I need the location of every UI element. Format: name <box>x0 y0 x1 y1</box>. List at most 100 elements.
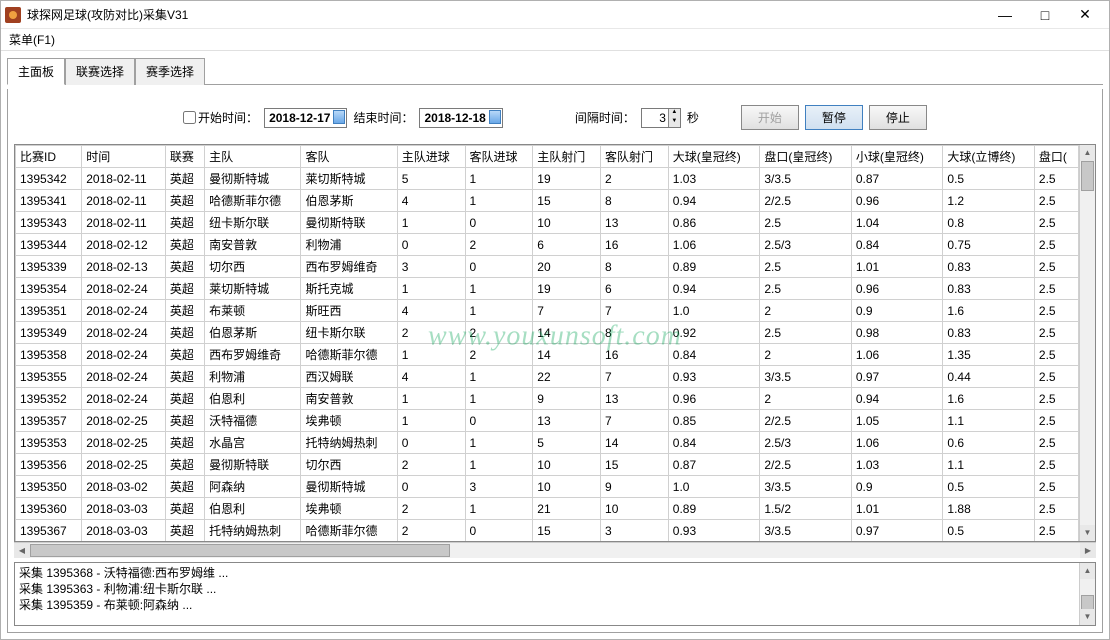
table-cell: 13 <box>533 410 601 432</box>
interval-input[interactable]: 3 ▲▼ <box>641 108 681 128</box>
vertical-scrollbar[interactable]: ▲ ▼ <box>1079 145 1095 541</box>
table-row[interactable]: 13953502018-03-02英超阿森纳曼彻斯特城031091.03/3.5… <box>16 476 1079 498</box>
start-button[interactable]: 开始 <box>741 105 799 130</box>
table-row[interactable]: 13953412018-02-11英超哈德斯菲尔德伯恩茅斯411580.942/… <box>16 190 1079 212</box>
scroll-down-arrow[interactable]: ▼ <box>1080 609 1095 625</box>
scroll-down-arrow[interactable]: ▼ <box>1080 525 1095 541</box>
table-cell: 2 <box>397 520 465 542</box>
maximize-button[interactable]: □ <box>1025 1 1065 29</box>
table-row[interactable]: 13953432018-02-11英超纽卡斯尔联曼彻斯特联1010130.862… <box>16 212 1079 234</box>
calendar-icon[interactable] <box>333 110 345 124</box>
column-header[interactable]: 主队 <box>205 146 301 168</box>
table-cell: 0.94 <box>668 190 760 212</box>
table-cell: 2018-02-11 <box>82 212 166 234</box>
minimize-button[interactable]: — <box>985 1 1025 29</box>
table-cell: 0.93 <box>668 520 760 542</box>
table-cell: 6 <box>533 234 601 256</box>
table-row[interactable]: 13953552018-02-24英超利物浦西汉姆联412270.933/3.5… <box>16 366 1079 388</box>
column-header[interactable]: 比赛ID <box>16 146 82 168</box>
column-header[interactable]: 大球(立博终) <box>943 146 1035 168</box>
menu-item[interactable]: 菜单(F1) <box>9 33 55 47</box>
end-time-input[interactable]: 2018-12-18 <box>419 108 502 128</box>
table-row[interactable]: 13953522018-02-24英超伯恩利南安普敦119130.9620.94… <box>16 388 1079 410</box>
table-row[interactable]: 13953542018-02-24英超莱切斯特城斯托克城111960.942.5… <box>16 278 1079 300</box>
table-cell: 0.96 <box>668 388 760 410</box>
column-header[interactable]: 盘口(皇冠终) <box>760 146 852 168</box>
table-cell: 1395341 <box>16 190 82 212</box>
app-window: 球探网足球(攻防对比)采集V31 — □ ✕ 菜单(F1) 主面板 联赛选择 赛… <box>0 0 1110 640</box>
table-cell: 曼彻斯特城 <box>205 168 301 190</box>
table-row[interactable]: 13953492018-02-24英超伯恩茅斯纽卡斯尔联221480.922.5… <box>16 322 1079 344</box>
table-cell: 0.94 <box>851 388 943 410</box>
log-vertical-scrollbar[interactable]: ▲ ▼ <box>1079 563 1095 625</box>
tab-main[interactable]: 主面板 <box>7 58 65 85</box>
scroll-thumb[interactable] <box>1081 161 1094 191</box>
table-cell: 1395351 <box>16 300 82 322</box>
column-header[interactable]: 盘口( <box>1034 146 1078 168</box>
start-time-input[interactable]: 2018-12-17 <box>264 108 347 128</box>
tab-bar: 主面板 联赛选择 赛季选择 <box>7 57 1103 85</box>
table-cell: 2 <box>397 454 465 476</box>
table-cell: 0.89 <box>668 498 760 520</box>
table-cell: 伯恩利 <box>205 498 301 520</box>
horizontal-scrollbar[interactable]: ◀ ▶ <box>14 542 1096 558</box>
table-row[interactable]: 13953512018-02-24英超布莱顿斯旺西41771.020.91.62… <box>16 300 1079 322</box>
tab-league-select[interactable]: 联赛选择 <box>65 58 135 85</box>
table-cell: 2 <box>397 322 465 344</box>
table-cell: 2.5 <box>1034 498 1078 520</box>
table-row[interactable]: 13953442018-02-12英超南安普敦利物浦026161.062.5/3… <box>16 234 1079 256</box>
column-header[interactable]: 客队射门 <box>601 146 669 168</box>
table-row[interactable]: 13953572018-02-25英超沃特福德埃弗顿101370.852/2.5… <box>16 410 1079 432</box>
table-cell: 1 <box>465 190 533 212</box>
table-cell: 2 <box>760 300 852 322</box>
table-cell: 英超 <box>165 388 204 410</box>
column-header[interactable]: 联赛 <box>165 146 204 168</box>
scroll-left-arrow[interactable]: ◀ <box>14 543 30 558</box>
table-cell: 2018-03-03 <box>82 520 166 542</box>
column-header[interactable]: 小球(皇冠终) <box>851 146 943 168</box>
content-area: 主面板 联赛选择 赛季选择 开始时间： 2018-12-17 结束时间： 201… <box>1 51 1109 639</box>
table-cell: 1 <box>465 388 533 410</box>
table-cell: 2.5 <box>1034 344 1078 366</box>
table-cell: 莱切斯特城 <box>205 278 301 300</box>
table-row[interactable]: 13953582018-02-24英超西布罗姆维奇哈德斯菲尔德1214160.8… <box>16 344 1079 366</box>
table-row[interactable]: 13953602018-03-03英超伯恩利埃弗顿2121100.891.5/2… <box>16 498 1079 520</box>
scroll-up-arrow[interactable]: ▲ <box>1080 145 1095 161</box>
table-row[interactable]: 13953422018-02-11英超曼彻斯特城莱切斯特城511921.033/… <box>16 168 1079 190</box>
tab-season-select[interactable]: 赛季选择 <box>135 58 205 85</box>
table-row[interactable]: 13953532018-02-25英超水晶宫托特纳姆热刺015140.842.5… <box>16 432 1079 454</box>
column-header[interactable]: 时间 <box>82 146 166 168</box>
calendar-icon[interactable] <box>489 110 501 124</box>
table-cell: 1.6 <box>943 388 1035 410</box>
table-cell: 伯恩利 <box>205 388 301 410</box>
table-cell: 1.06 <box>668 234 760 256</box>
scroll-right-arrow[interactable]: ▶ <box>1080 543 1096 558</box>
column-header[interactable]: 主队射门 <box>533 146 601 168</box>
table-scroll[interactable]: 比赛ID时间联赛主队客队主队进球客队进球主队射门客队射门大球(皇冠终)盘口(皇冠… <box>15 145 1079 541</box>
spinner[interactable]: ▲▼ <box>668 109 680 127</box>
start-time-checkbox[interactable] <box>183 111 196 124</box>
table-cell: 2018-02-24 <box>82 322 166 344</box>
table-row[interactable]: 13953672018-03-03英超托特纳姆热刺哈德斯菲尔德201530.93… <box>16 520 1079 542</box>
table-cell: 0 <box>465 212 533 234</box>
column-header[interactable]: 客队进球 <box>465 146 533 168</box>
table-cell: 8 <box>601 256 669 278</box>
table-cell: 1395352 <box>16 388 82 410</box>
scroll-thumb[interactable] <box>30 544 450 557</box>
table-cell: 0.5 <box>943 476 1035 498</box>
table-cell: 0.83 <box>943 278 1035 300</box>
scroll-up-arrow[interactable]: ▲ <box>1080 563 1095 579</box>
stop-button[interactable]: 停止 <box>869 105 927 130</box>
table-cell: 英超 <box>165 212 204 234</box>
close-button[interactable]: ✕ <box>1065 1 1105 29</box>
column-header[interactable]: 大球(皇冠终) <box>668 146 760 168</box>
table-cell: 3 <box>465 476 533 498</box>
pause-button[interactable]: 暂停 <box>805 105 863 130</box>
column-header[interactable]: 客队 <box>301 146 397 168</box>
table-cell: 16 <box>601 234 669 256</box>
column-header[interactable]: 主队进球 <box>397 146 465 168</box>
table-cell: 0 <box>397 432 465 454</box>
table-cell: 利物浦 <box>205 366 301 388</box>
table-row[interactable]: 13953562018-02-25英超曼彻斯特联切尔西2110150.872/2… <box>16 454 1079 476</box>
table-row[interactable]: 13953392018-02-13英超切尔西西布罗姆维奇302080.892.5… <box>16 256 1079 278</box>
